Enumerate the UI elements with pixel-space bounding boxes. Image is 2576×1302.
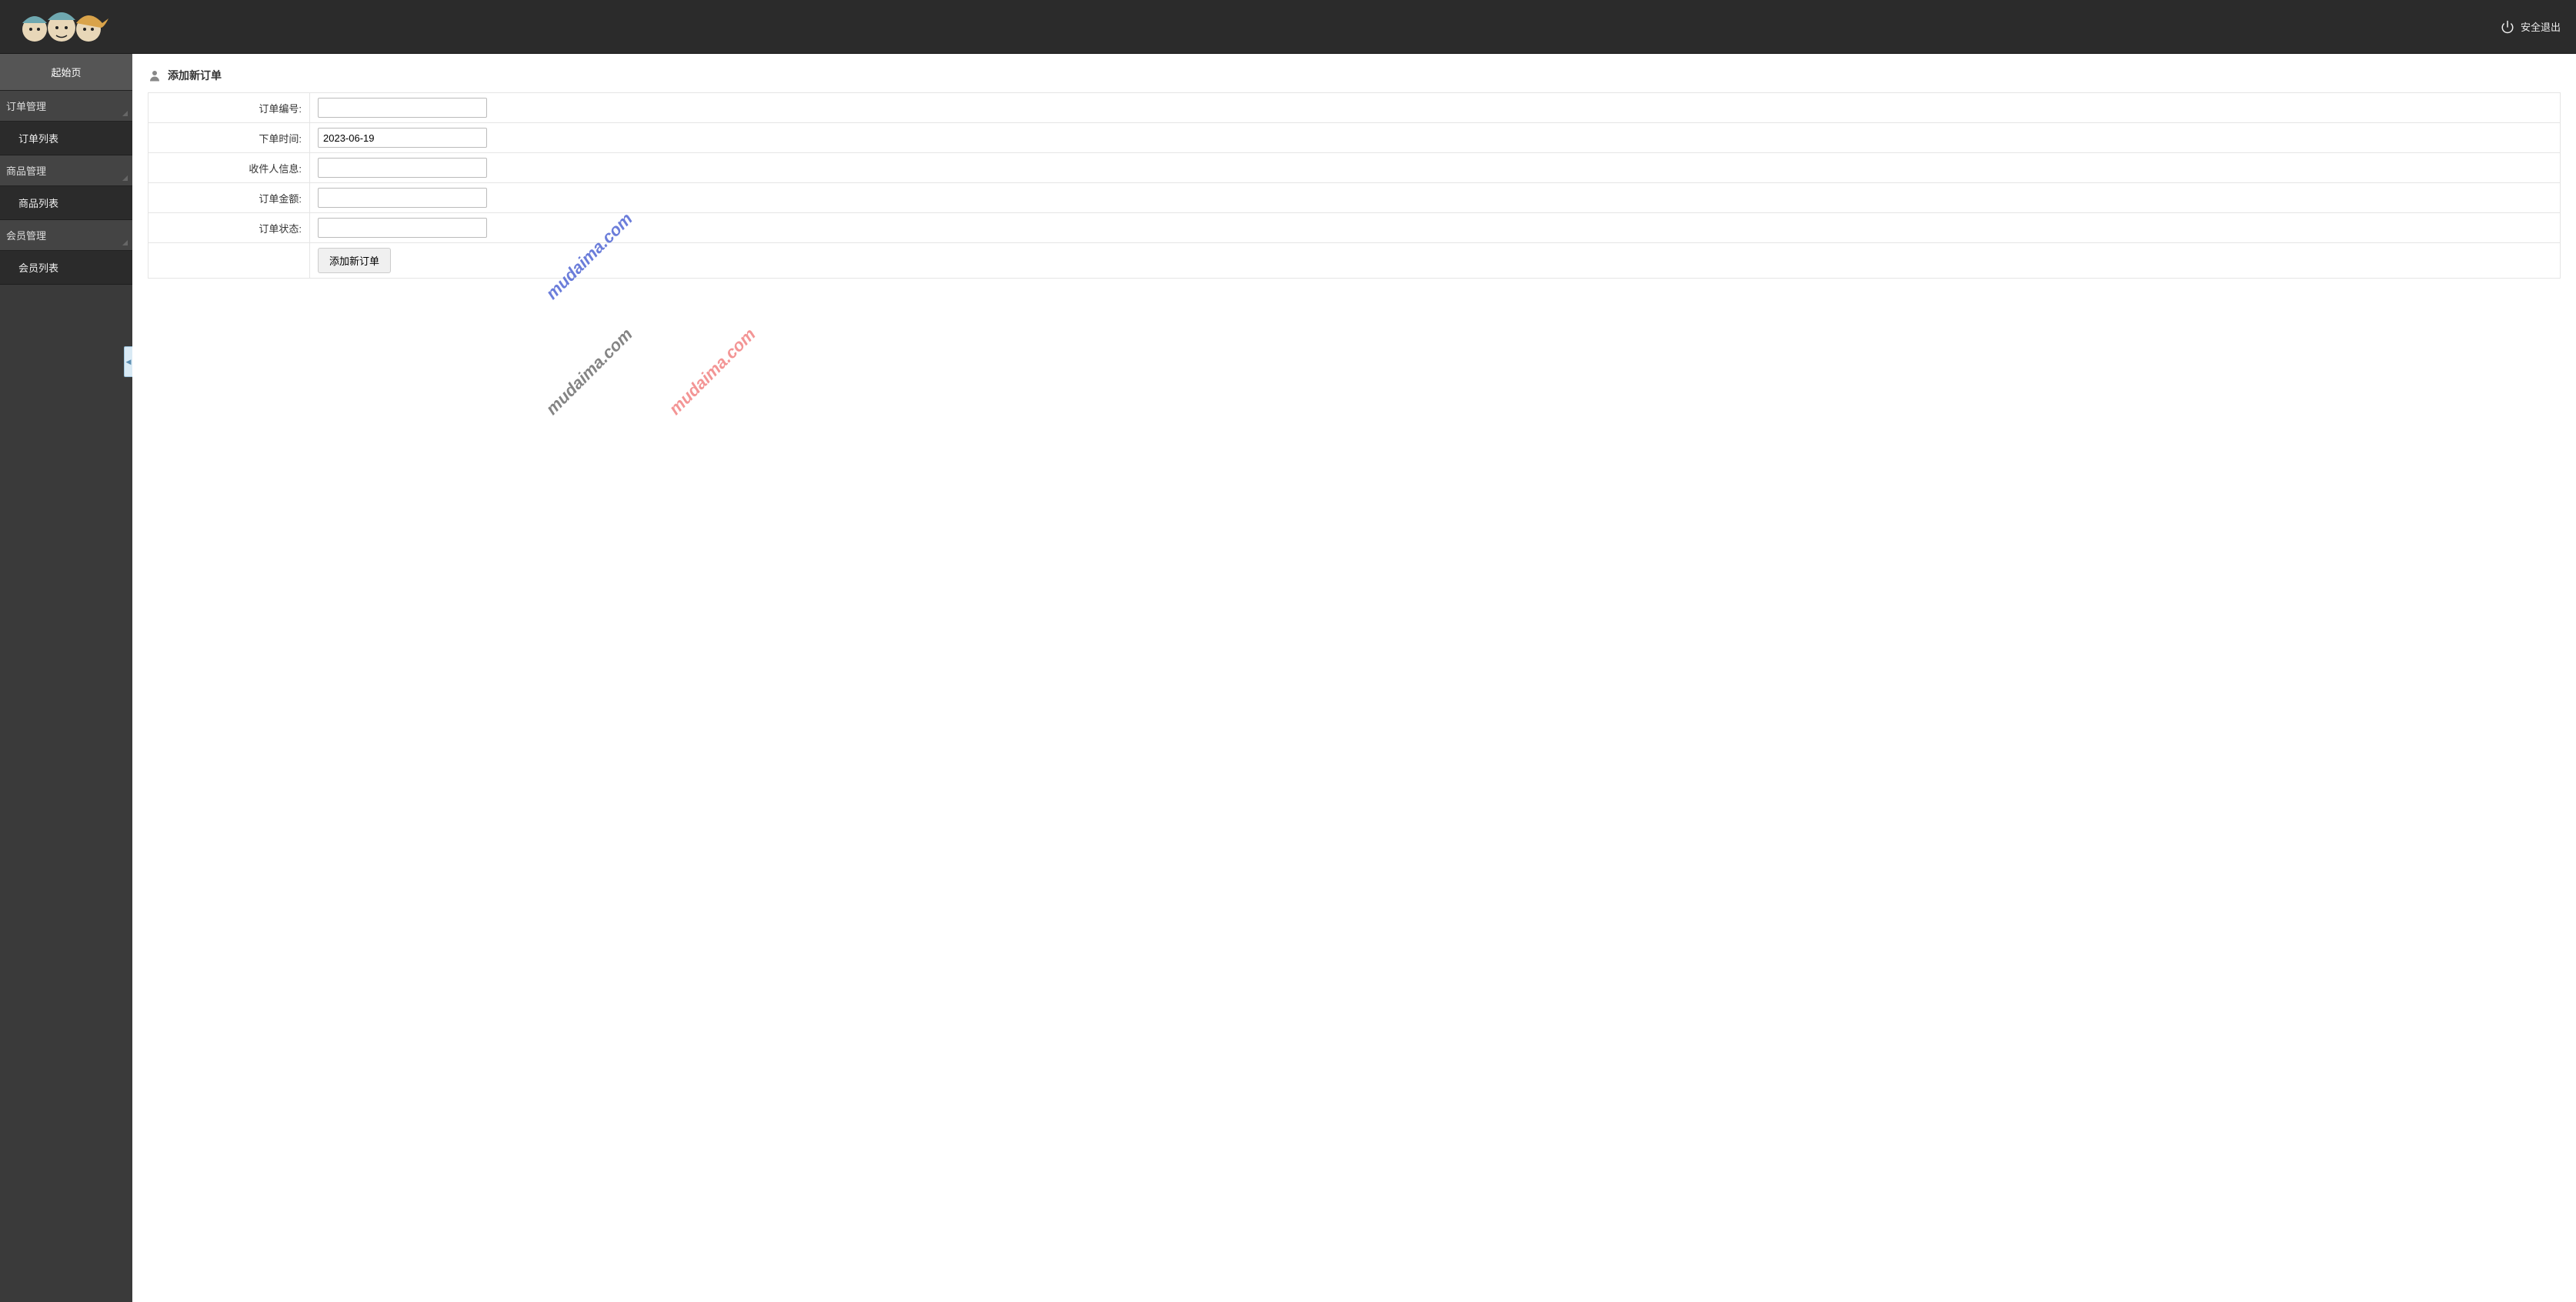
sidebar-group-label: 商品管理 — [6, 165, 46, 177]
sidebar-item-product-list[interactable]: 商品列表 — [0, 186, 132, 220]
status-input[interactable] — [318, 218, 487, 238]
recipient-label: 收件人信息: — [148, 153, 310, 183]
logo — [8, 4, 115, 50]
app-header: 安全退出 — [0, 0, 2576, 54]
sidebar-group-orders[interactable]: 订单管理 — [0, 91, 132, 122]
logout-label: 安全退出 — [2521, 19, 2561, 34]
order-form-table: 订单编号: 下单时间: 收件人信息: 订单金额: — [148, 92, 2561, 279]
sidebar-item-label: 商品列表 — [18, 198, 58, 209]
submit-spacer — [148, 243, 310, 279]
sidebar-group-products[interactable]: 商品管理 — [0, 155, 132, 186]
sidebar-group-label: 会员管理 — [6, 230, 46, 242]
logout-link[interactable]: 安全退出 — [2501, 19, 2561, 34]
recipient-input[interactable] — [318, 158, 487, 178]
sidebar-start-page[interactable]: 起始页 — [0, 54, 132, 91]
sidebar-item-member-list[interactable]: 会员列表 — [0, 251, 132, 285]
main-content: 添加新订单 订单编号: 下单时间: 收件人信息: — [132, 54, 2576, 1302]
watermark-text: mudaima.com — [665, 325, 759, 419]
sidebar-start-label: 起始页 — [51, 67, 81, 78]
page-title: 添加新订单 — [168, 68, 222, 83]
order-time-label: 下单时间: — [148, 123, 310, 153]
power-icon — [2501, 20, 2514, 34]
page-header: 添加新订单 — [148, 63, 2561, 92]
sidebar-item-label: 订单列表 — [18, 133, 58, 145]
status-label: 订单状态: — [148, 213, 310, 243]
order-time-input[interactable] — [318, 128, 487, 148]
order-no-label: 订单编号: — [148, 93, 310, 123]
watermark-text: mudaima.com — [542, 325, 636, 419]
sidebar-item-order-list[interactable]: 订单列表 — [0, 122, 132, 155]
submit-button[interactable]: 添加新订单 — [318, 248, 391, 273]
order-no-input[interactable] — [318, 98, 487, 118]
amount-label: 订单金额: — [148, 183, 310, 213]
sidebar-group-members[interactable]: 会员管理 — [0, 220, 132, 251]
sidebar-group-label: 订单管理 — [6, 101, 46, 112]
sidebar-item-label: 会员列表 — [18, 262, 58, 274]
amount-input[interactable] — [318, 188, 487, 208]
sidebar: 起始页 订单管理 订单列表 商品管理 商品列表 会员管理 会员列表 ◀ — [0, 54, 132, 1302]
person-icon — [148, 68, 162, 82]
